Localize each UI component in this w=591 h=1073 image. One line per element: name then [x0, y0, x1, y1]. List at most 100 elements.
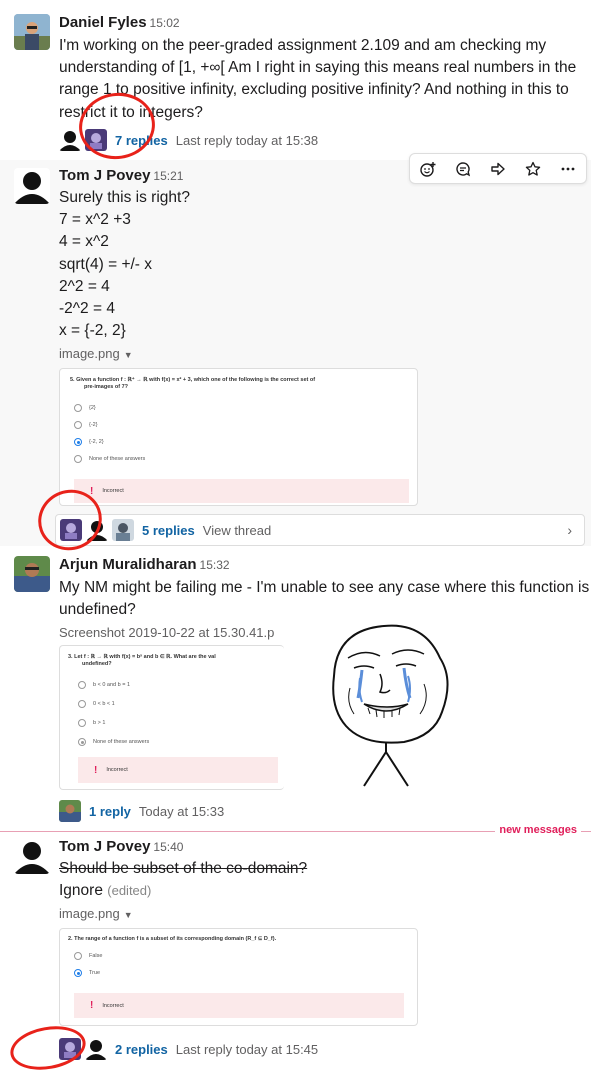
image-attachment[interactable]: 5. Given a function f : ℝ⁺ → ℝ with f(x)… — [59, 368, 418, 506]
author-name[interactable]: Arjun Muralidharan — [59, 556, 197, 573]
exclamation-icon: ! — [90, 1000, 94, 1011]
avatar-arjun[interactable] — [14, 556, 50, 592]
avatar-tom[interactable] — [14, 168, 50, 204]
struck-message-line: Should be subset of the co-domain? — [59, 860, 308, 877]
message-line: restrict it to integers? — [59, 103, 203, 121]
file-name[interactable]: image.png ▼ — [59, 346, 133, 361]
participant-avatar-purple — [59, 1038, 81, 1060]
radio-icon — [78, 700, 86, 708]
radio-selected-icon — [78, 738, 86, 746]
avatar-daniel[interactable] — [14, 14, 50, 50]
chevron-right-icon[interactable]: › — [567, 522, 572, 538]
message-tom-1: Tom J Povey 15:21 Surely this is right? 7… — [0, 160, 591, 546]
message-header: Daniel Fyles 15:02 — [59, 13, 180, 33]
message-arjun: Arjun Muralidharan 15:32 My NM might be f… — [0, 546, 591, 826]
incorrect-banner: ! Incorrect — [74, 993, 404, 1018]
last-reply-text: Last reply today at 15:45 — [175, 1041, 319, 1057]
quiz-option: False — [74, 951, 102, 961]
view-thread-link[interactable]: View thread — [203, 523, 271, 538]
message-actions-toolbar — [409, 153, 587, 184]
last-reply-text: Last reply today at 15:38 — [175, 132, 319, 148]
quiz-option: {2} — [74, 403, 96, 413]
edited-label: (edited) — [107, 883, 152, 899]
share-message-icon[interactable] — [485, 156, 511, 182]
message-body: I'm working on the peer-graded assignmen… — [59, 35, 584, 124]
author-name[interactable]: Tom J Povey — [59, 838, 150, 855]
chevron-down-icon[interactable]: ▼ — [124, 350, 133, 360]
add-reaction-icon[interactable] — [415, 156, 441, 182]
file-name[interactable]: image.png ▼ — [59, 906, 133, 921]
file-name-label: image.png — [59, 346, 120, 361]
forever-alone-meme-image[interactable] — [284, 618, 574, 788]
timestamp[interactable]: 15:40 — [153, 840, 183, 854]
file-name-label: image.png — [59, 906, 120, 921]
message-body: Should be subset of the co-domain? Ignor… — [59, 858, 584, 902]
thread-summary[interactable]: 2 replies Last reply today at 15:45 — [59, 1038, 318, 1060]
message-line: 4 = x^2 — [59, 233, 109, 251]
timestamp[interactable]: 15:21 — [153, 169, 183, 183]
quiz-option: None of these answers — [74, 454, 145, 464]
avatar-tom[interactable] — [14, 838, 50, 874]
message-text: Ignore — [59, 882, 103, 900]
message-line: 7 = x^2 +3 — [59, 211, 131, 229]
message-line: My NM might be failing me - I'm unable t… — [59, 579, 590, 596]
message-line: -2^2 = 4 — [59, 299, 115, 317]
quiz-option: b < 0 and b = 1 — [78, 680, 130, 690]
message-tom-2: Tom J Povey 15:40 Should be subset of the… — [0, 834, 591, 1073]
message-header: Tom J Povey 15:40 — [59, 837, 183, 857]
thread-summary[interactable]: 7 replies Last reply today at 15:38 — [59, 129, 318, 151]
exclamation-icon: ! — [90, 485, 94, 497]
exclamation-icon: ! — [94, 764, 98, 776]
quiz-option: True — [74, 968, 100, 978]
radio-icon — [74, 421, 82, 429]
author-name[interactable]: Tom J Povey — [59, 167, 150, 184]
chevron-down-icon[interactable]: ▼ — [124, 910, 133, 920]
participant-avatar-purple — [85, 129, 107, 151]
participant-avatar-tom — [86, 519, 108, 541]
quiz-option: None of these answers — [78, 737, 149, 747]
participant-avatar-tom — [85, 1038, 107, 1060]
message-line: understanding of [1, +∞[ Am I right in s… — [59, 59, 577, 77]
message-line: sqrt(4) = +/- x — [59, 255, 153, 273]
image-attachment[interactable]: 2. The range of a function f is a subset… — [59, 928, 418, 1026]
radio-selected-icon — [74, 438, 82, 446]
thread-summary[interactable]: 5 replies View thread › — [55, 514, 585, 546]
replies-link[interactable]: 2 replies — [115, 1042, 168, 1057]
save-star-icon[interactable] — [520, 156, 546, 182]
participant-avatar-photo — [112, 519, 134, 541]
replies-link[interactable]: 1 reply — [89, 804, 131, 819]
quiz-option: 0 < b < 1 — [78, 699, 115, 709]
message-line: I'm working on the peer-graded assignmen… — [59, 37, 547, 54]
timestamp[interactable]: 15:02 — [150, 16, 180, 30]
timestamp[interactable]: 15:32 — [200, 558, 230, 572]
thread-summary[interactable]: 1 reply Today at 15:33 — [59, 800, 224, 822]
reply-in-thread-icon[interactable] — [450, 156, 476, 182]
message-line: range 1 to positive infinity, excluding … — [59, 81, 569, 99]
message-daniel: Daniel Fyles 15:02 I'm working on the pee… — [0, 0, 591, 160]
last-reply-text: Today at 15:33 — [138, 803, 225, 819]
quiz-question: 3. Let f : ℝ → ℝ with f(x) = bˣ and b ∈ … — [68, 654, 216, 667]
incorrect-banner: ! Incorrect — [78, 757, 278, 783]
message-body: My NM might be failing me - I'm unable t… — [59, 577, 590, 621]
message-body: Surely this is right? 7 = x^2 +3 4 = x^2… — [59, 187, 584, 342]
quiz-question: 5. Given a function f : ℝ⁺ → ℝ with f(x)… — [70, 377, 316, 390]
quiz-option: b > 1 — [78, 718, 105, 728]
radio-icon — [78, 719, 86, 727]
participant-avatar-arjun — [59, 800, 81, 822]
replies-link[interactable]: 7 replies — [115, 133, 168, 148]
message-line: 2^2 = 4 — [59, 277, 110, 295]
message-header: Tom J Povey 15:21 — [59, 166, 183, 186]
radio-icon — [74, 404, 82, 412]
participant-avatar-purple — [60, 519, 82, 541]
replies-link[interactable]: 5 replies — [142, 523, 195, 538]
radio-selected-icon — [74, 969, 82, 977]
message-line: Surely this is right? — [59, 189, 190, 206]
author-name[interactable]: Daniel Fyles — [59, 14, 147, 31]
radio-icon — [78, 681, 86, 689]
quiz-option: {-2} — [74, 420, 98, 430]
file-name[interactable]: Screenshot 2019-10-22 at 15.30.41.p — [59, 625, 279, 640]
quiz-option: {-2, 2} — [74, 437, 104, 447]
image-attachment[interactable]: 3. Let f : ℝ → ℝ with f(x) = bˣ and b ∈ … — [59, 645, 284, 790]
radio-icon — [74, 455, 82, 463]
more-actions-icon[interactable] — [555, 156, 581, 182]
